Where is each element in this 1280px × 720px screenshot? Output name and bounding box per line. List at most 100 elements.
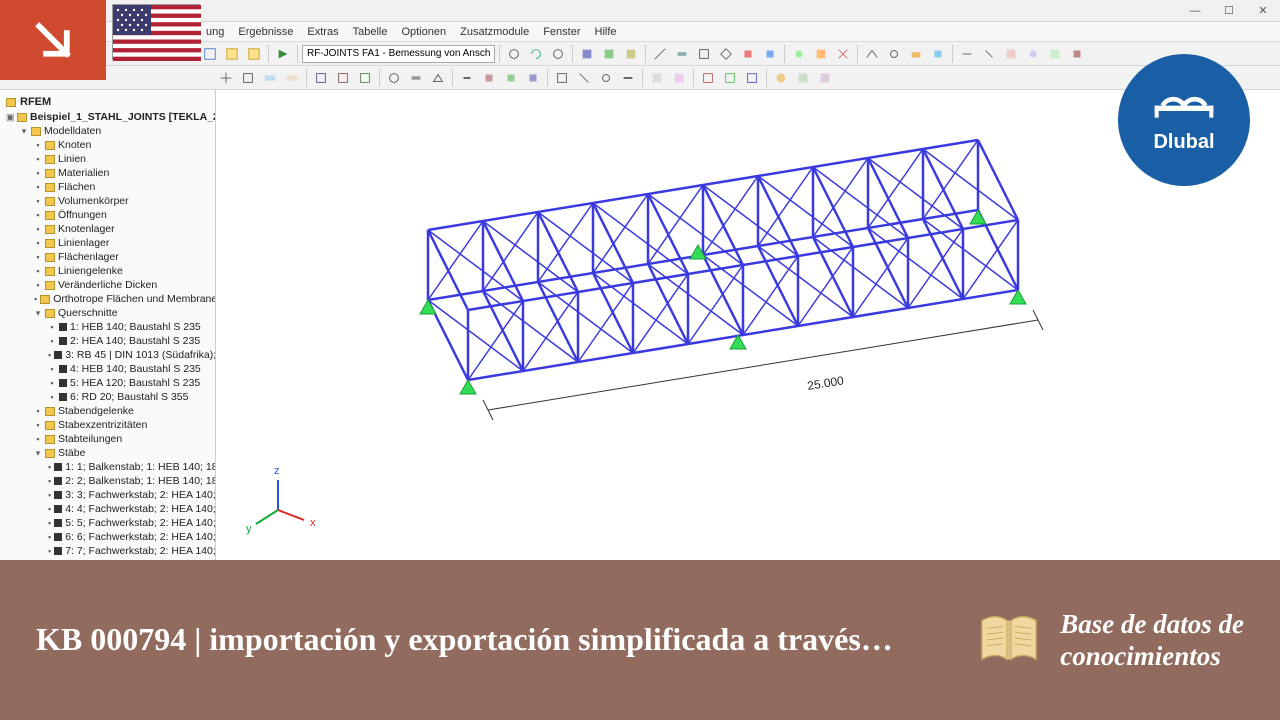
- tree-item[interactable]: ▪Linienlager: [2, 236, 213, 250]
- tool-button[interactable]: [526, 44, 546, 64]
- tree-item[interactable]: ▪4: 4; Fachwerkstab; 2: HEA 140; -270: [2, 502, 213, 516]
- tool-button[interactable]: [355, 68, 375, 88]
- tree-item[interactable]: ▪2: 2; Balkenstab; 1: HEB 140; 180.0 °.: [2, 474, 213, 488]
- project-node[interactable]: ▣Beispiel_1_STAHL_JOINTS [TEKLA_2020]: [2, 110, 213, 124]
- tool-button[interactable]: [1001, 44, 1021, 64]
- module-selector[interactable]: RF-JOINTS FA1 - Bemessung von Ansch: [302, 45, 495, 63]
- tool-button[interactable]: [979, 44, 999, 64]
- menu-item[interactable]: Hilfe: [589, 25, 623, 39]
- tree-item[interactable]: ▪Linien: [2, 152, 213, 166]
- tool-button[interactable]: [260, 68, 280, 88]
- tree-item[interactable]: ▪4: HEB 140; Baustahl S 235: [2, 362, 213, 376]
- tool-button[interactable]: [1045, 44, 1065, 64]
- tool-button[interactable]: [720, 68, 740, 88]
- menu-item[interactable]: Tabelle: [347, 25, 394, 39]
- tree-item[interactable]: ▪Öffnungen: [2, 208, 213, 222]
- tool-button[interactable]: [716, 44, 736, 64]
- tree-item[interactable]: ▾Querschnitte: [2, 306, 213, 320]
- tree-item[interactable]: ▪Veränderliche Dicken: [2, 278, 213, 292]
- tool-button[interactable]: [672, 44, 692, 64]
- tool-button[interactable]: [552, 68, 572, 88]
- close-button[interactable]: ✕: [1250, 2, 1276, 20]
- tool-button[interactable]: [311, 68, 331, 88]
- tool-button[interactable]: [833, 44, 853, 64]
- tool-button[interactable]: [1023, 44, 1043, 64]
- tree-item[interactable]: ▪7: 7; Fachwerkstab; 2: HEA 140; -270: [2, 544, 213, 558]
- tool-button[interactable]: [428, 68, 448, 88]
- tree-item[interactable]: ▪5: 5; Fachwerkstab; 2: HEA 140; -270: [2, 516, 213, 530]
- tool-button[interactable]: [1067, 44, 1087, 64]
- tool-button[interactable]: [501, 68, 521, 88]
- tree-item[interactable]: ▪Flächen: [2, 180, 213, 194]
- tree-item[interactable]: ▪1: 1; Balkenstab; 1: HEB 140; 180.0 °.: [2, 460, 213, 474]
- tool-button[interactable]: [647, 68, 667, 88]
- tree-item[interactable]: ▪Liniengelenke: [2, 264, 213, 278]
- menu-item[interactable]: ung: [200, 25, 230, 39]
- tool-button[interactable]: [548, 44, 568, 64]
- tree-item[interactable]: ▪3: RB 45 | DIN 1013 (Südafrika); Bau: [2, 348, 213, 362]
- maximize-button[interactable]: ☐: [1216, 2, 1242, 20]
- tool-button[interactable]: [928, 44, 948, 64]
- tool-button[interactable]: [862, 44, 882, 64]
- tool-button[interactable]: [577, 44, 597, 64]
- tree-item[interactable]: ▪2: HEA 140; Baustahl S 235: [2, 334, 213, 348]
- tool-button[interactable]: [238, 68, 258, 88]
- menu-item[interactable]: Zusatzmodule: [454, 25, 535, 39]
- tool-button[interactable]: [789, 44, 809, 64]
- tool-button[interactable]: [815, 68, 835, 88]
- tool-button[interactable]: [596, 68, 616, 88]
- menu-item[interactable]: Fenster: [537, 25, 586, 39]
- tool-button[interactable]: [222, 44, 242, 64]
- tool-button[interactable]: [811, 44, 831, 64]
- model-viewport[interactable]: z x y: [216, 90, 1280, 560]
- tool-button[interactable]: [273, 44, 293, 64]
- tool-button[interactable]: [457, 68, 477, 88]
- tree-item[interactable]: ▾Modelldaten: [2, 124, 213, 138]
- tool-button[interactable]: [760, 44, 780, 64]
- menu-item[interactable]: Optionen: [395, 25, 452, 39]
- tree-item[interactable]: ▪Materialien: [2, 166, 213, 180]
- tool-button[interactable]: [771, 68, 791, 88]
- tree-item[interactable]: ▾Stäbe: [2, 446, 213, 460]
- tree-item[interactable]: ▪Orthotrope Flächen und Membranen: [2, 292, 213, 306]
- tool-button[interactable]: [650, 44, 670, 64]
- tool-button[interactable]: [523, 68, 543, 88]
- tree-item[interactable]: ▪5: HEA 120; Baustahl S 235: [2, 376, 213, 390]
- tree-item[interactable]: ▪1: HEB 140; Baustahl S 235: [2, 320, 213, 334]
- tool-button[interactable]: [479, 68, 499, 88]
- tool-button[interactable]: [384, 68, 404, 88]
- tool-button[interactable]: [793, 68, 813, 88]
- tool-button[interactable]: [698, 68, 718, 88]
- tree-item[interactable]: ▪3: 3; Fachwerkstab; 2: HEA 140; -270: [2, 488, 213, 502]
- tool-button[interactable]: [618, 68, 638, 88]
- tool-button[interactable]: [738, 44, 758, 64]
- tree-item[interactable]: ▪Volumenkörper: [2, 194, 213, 208]
- minimize-button[interactable]: —: [1182, 2, 1208, 20]
- tree-item[interactable]: ▪6: RD 20; Baustahl S 355: [2, 390, 213, 404]
- tool-button[interactable]: [216, 68, 236, 88]
- tool-button[interactable]: [742, 68, 762, 88]
- tree-item[interactable]: ▪Stabendgelenke: [2, 404, 213, 418]
- tree-item[interactable]: ▪6: 6; Fachwerkstab; 2: HEA 140; -270: [2, 530, 213, 544]
- tool-button[interactable]: [884, 44, 904, 64]
- tool-button[interactable]: [244, 44, 264, 64]
- tool-button[interactable]: [694, 44, 714, 64]
- tree-item[interactable]: ▪Flächenlager: [2, 250, 213, 264]
- tree-item[interactable]: ▪Knoten: [2, 138, 213, 152]
- tool-button[interactable]: [333, 68, 353, 88]
- tool-button[interactable]: [599, 44, 619, 64]
- tool-button[interactable]: [957, 44, 977, 64]
- tool-button[interactable]: [574, 68, 594, 88]
- tool-button[interactable]: [406, 68, 426, 88]
- tool-button[interactable]: [669, 68, 689, 88]
- tool-button[interactable]: [504, 44, 524, 64]
- tree-item[interactable]: ▪Stabteilungen: [2, 432, 213, 446]
- tool-button[interactable]: [621, 44, 641, 64]
- tool-button[interactable]: [282, 68, 302, 88]
- tool-button[interactable]: [200, 44, 220, 64]
- tool-button[interactable]: [906, 44, 926, 64]
- tree-item[interactable]: ▪Knotenlager: [2, 222, 213, 236]
- menu-item[interactable]: Extras: [301, 25, 344, 39]
- tree-item[interactable]: ▪Stabexzentrizitäten: [2, 418, 213, 432]
- menu-item[interactable]: Ergebnisse: [232, 25, 299, 39]
